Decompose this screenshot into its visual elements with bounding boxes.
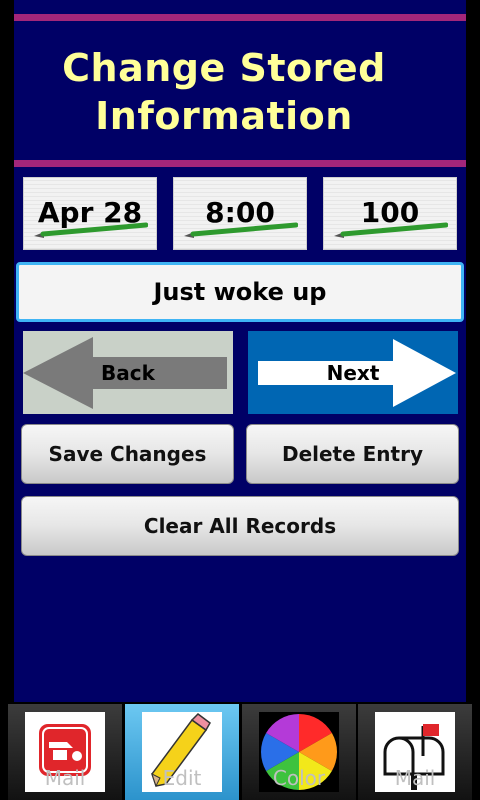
title-line-2: Information [95,94,353,138]
tab-color[interactable]: Color [242,704,356,800]
tab-email[interactable]: Mail [8,704,122,800]
tab-label: Edit [162,766,202,790]
value-field[interactable]: 100 [323,177,457,250]
tab-edit[interactable]: Edit [125,704,239,800]
bottom-tab-bar: Mail Edit Color Mail [0,702,480,800]
next-label: Next [326,361,380,385]
date-field[interactable]: Apr 28 [23,177,157,250]
note-field[interactable]: Just woke up [16,262,464,322]
title-line-1: Change Stored [62,46,386,90]
header-divider [14,160,466,167]
tab-mailbox[interactable]: Mail [358,704,472,800]
back-label: Back [101,361,155,385]
back-button[interactable]: Back [23,331,233,414]
delete-entry-button[interactable]: Delete Entry [246,424,459,484]
tab-label: Mail [394,766,436,790]
app-screen: Change Stored Information Apr 28 8:00 10… [0,0,480,800]
save-changes-button[interactable]: Save Changes [21,424,234,484]
tab-label: Color [272,766,326,790]
page-title: Change Stored Information [14,44,434,140]
pencil-icon [334,222,448,238]
time-field[interactable]: 8:00 [173,177,307,250]
clear-all-records-button[interactable]: Clear All Records [21,496,459,556]
pencil-icon [34,222,148,238]
top-divider [14,14,466,21]
pencil-icon [184,222,298,238]
next-button[interactable]: Next [248,331,458,414]
tab-label: Mail [44,766,86,790]
